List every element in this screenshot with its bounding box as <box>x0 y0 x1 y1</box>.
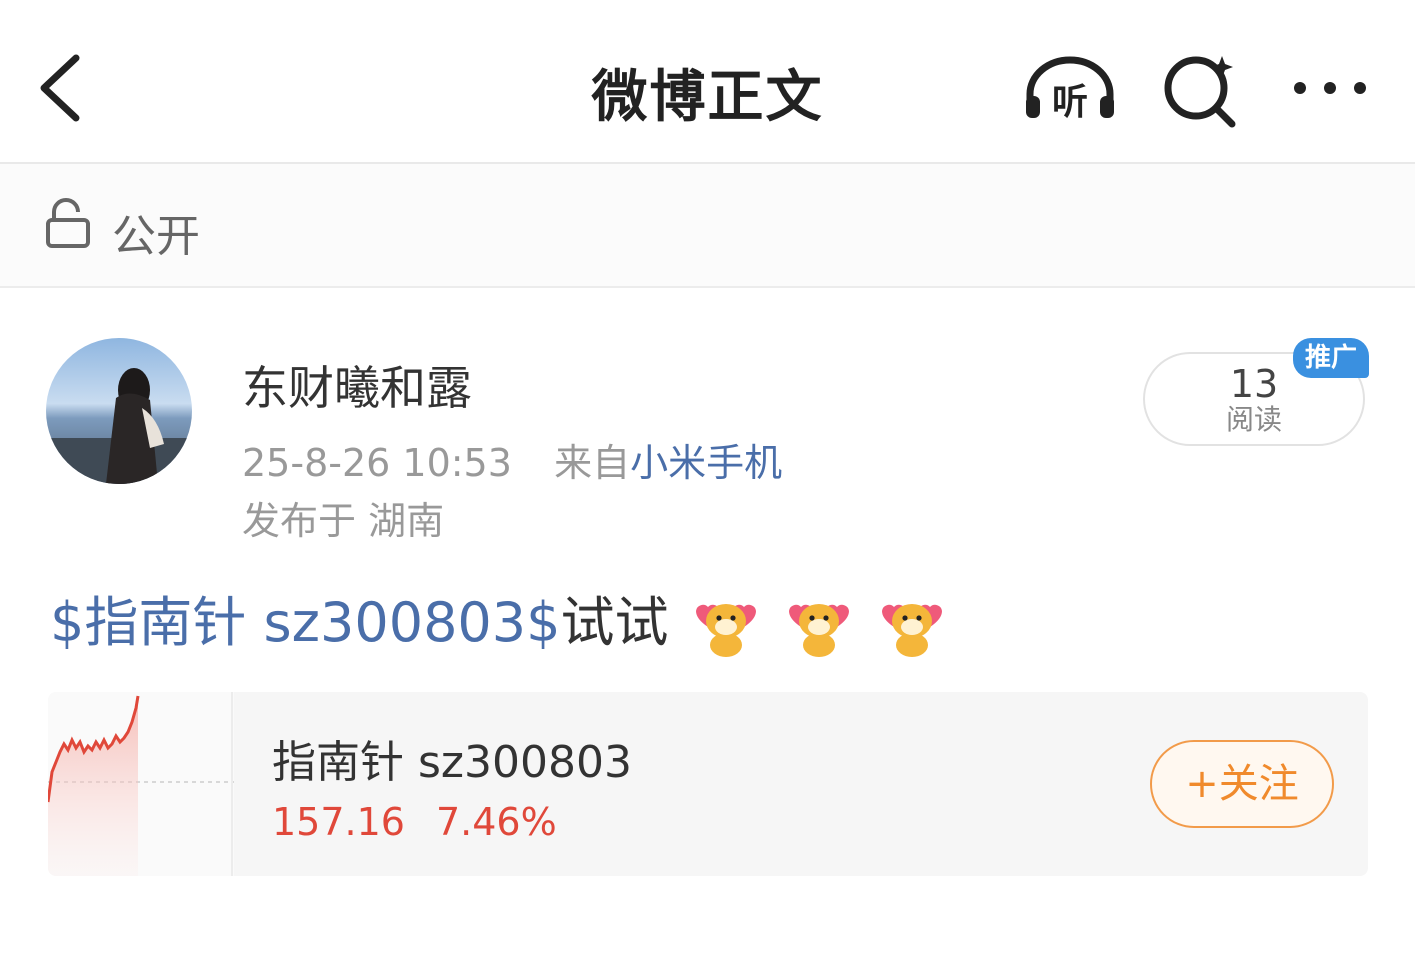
hamster-emoji-icon <box>882 604 943 658</box>
more-dots-icon <box>1294 82 1366 94</box>
post-body-text: 试试 <box>560 591 669 654</box>
search-button[interactable] <box>1160 50 1244 130</box>
unlocked-icon <box>46 198 90 248</box>
post-timestamp: 25-8-26 10:53 <box>242 441 512 485</box>
search-icon <box>1164 56 1236 128</box>
post-content: $指南针 sz300803$试试 <box>50 578 948 659</box>
hamster-emoji-icon <box>695 604 756 658</box>
stock-price: 157.16 <box>272 800 405 844</box>
follow-stock-button[interactable]: +关注 <box>1150 740 1334 828</box>
post-meta: 25-8-26 10:53 来自小米手机 <box>242 432 782 487</box>
listen-label: 听 <box>1052 82 1088 123</box>
listen-button[interactable]: 听 <box>1020 50 1120 130</box>
intraday-sparkline <box>48 692 234 876</box>
username[interactable]: 东财曦和露 <box>242 352 472 418</box>
stock-card[interactable]: 指南针 sz300803 157.16 7.46% +关注 <box>48 692 1368 876</box>
weibo-post-page: 微博正文 听 公开 东财曦和露 25-8-26 10:53 来自小米手机 发布于… <box>0 0 1415 965</box>
promo-badge: 推广 <box>1293 338 1369 378</box>
stock-topic-link[interactable]: $指南针 sz300803$ <box>50 591 561 654</box>
top-nav-bar: 微博正文 听 <box>0 0 1415 164</box>
avatar[interactable] <box>46 338 192 484</box>
source-prefix: 来自 <box>554 441 631 485</box>
reads-label: 阅读 <box>1225 403 1282 436</box>
visibility-bar <box>0 164 1415 288</box>
hamster-emoji-icon <box>788 604 849 658</box>
more-options-button[interactable] <box>1288 66 1372 110</box>
visibility-label: 公开 <box>112 211 200 262</box>
headphones-icon: 听 <box>1026 56 1114 123</box>
source-link[interactable]: 小米手机 <box>630 441 782 485</box>
stock-name: 指南针 sz300803 <box>272 737 632 788</box>
post-location: 发布于 湖南 <box>242 499 445 543</box>
stock-change-percent: 7.46% <box>436 800 557 844</box>
avatar-photo <box>46 338 192 484</box>
